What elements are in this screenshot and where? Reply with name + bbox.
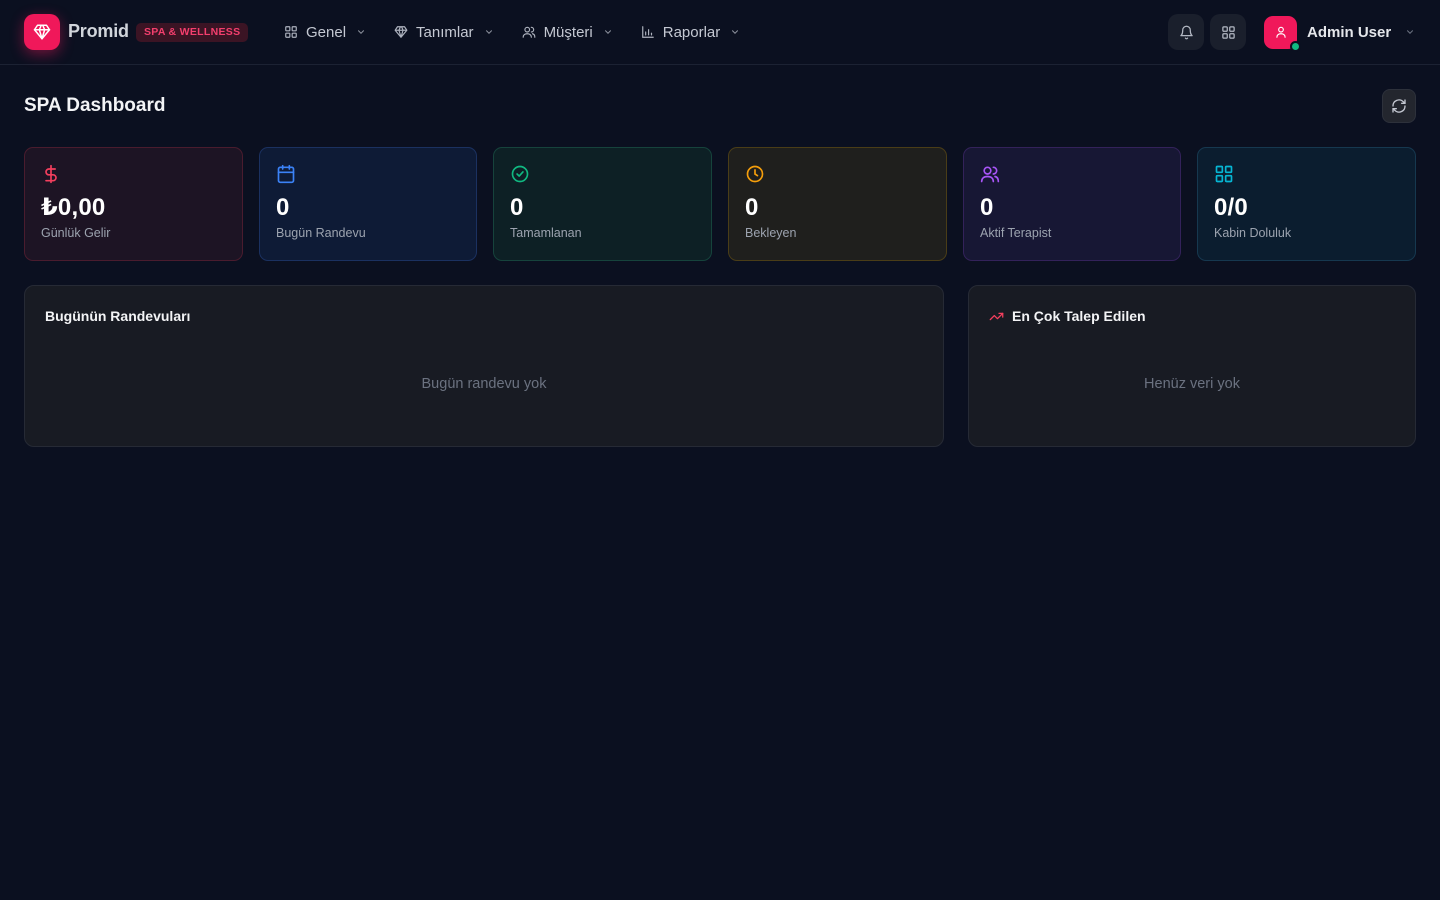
stat-value: ₺0,00 <box>41 194 106 221</box>
gem-icon <box>394 25 408 39</box>
grid-icon <box>284 25 298 39</box>
empty-state-text: Henüz veri yok <box>1144 376 1240 392</box>
nav-item-label: Müşteri <box>543 23 593 41</box>
brand-badge: SPA & WELLNESS <box>136 23 249 42</box>
stat-label: Kabin Doluluk <box>1214 226 1292 240</box>
brand-logo[interactable] <box>24 14 60 50</box>
brand-name: Promid <box>68 21 129 41</box>
stat-value: 0 <box>745 194 759 221</box>
chevron-down-icon <box>484 27 494 37</box>
stat-label: Aktif Terapist <box>980 226 1052 240</box>
stats-row: ₺0,00 Günlük Gelir 0 Bugün Randevu 0 Tam… <box>24 147 1416 261</box>
users-icon <box>980 164 1000 184</box>
nav-item-label: Genel <box>306 23 347 41</box>
stat-card-daily-income: ₺0,00 Günlük Gelir <box>24 147 243 261</box>
stat-label: Bugün Randevu <box>276 226 366 240</box>
panel-title: Bugünün Randevuları <box>45 308 191 324</box>
nav-item-label: Tanımlar <box>416 23 474 41</box>
dollar-icon <box>41 164 61 184</box>
refresh-button[interactable] <box>1382 89 1416 123</box>
stat-card-pending: 0 Bekleyen <box>728 147 947 261</box>
nav-item-genel[interactable]: Genel <box>276 16 374 48</box>
user-icon <box>1275 26 1286 38</box>
stat-value: 0 <box>980 194 994 221</box>
nav-item-raporlar[interactable]: Raporlar <box>633 16 749 48</box>
calendar-icon <box>276 164 296 184</box>
stat-label: Günlük Gelir <box>41 226 111 240</box>
check-circle-icon <box>510 164 530 184</box>
gem-icon <box>33 24 51 40</box>
grid-icon <box>1214 164 1234 184</box>
nav-item-tanimlar[interactable]: Tanımlar <box>386 16 502 48</box>
apps-grid-icon <box>1221 25 1235 39</box>
chevron-down-icon <box>603 27 613 37</box>
refresh-icon <box>1392 99 1406 113</box>
today-appointments-panel: Bugünün Randevuları Bugün randevu yok <box>24 285 944 447</box>
most-requested-panel: En Çok Talep Edilen Henüz veri yok <box>968 285 1416 447</box>
notifications-button[interactable] <box>1168 14 1204 50</box>
bell-icon <box>1179 25 1193 39</box>
bar-chart-icon <box>641 25 655 39</box>
user-name: Admin User <box>1307 23 1392 41</box>
chevron-down-icon <box>356 27 366 37</box>
panel-header: En Çok Talep Edilen <box>989 308 1146 324</box>
users-icon <box>522 25 536 39</box>
stat-label: Tamamlanan <box>510 226 582 240</box>
nav-item-label: Raporlar <box>662 23 721 41</box>
apps-button[interactable] <box>1210 14 1246 50</box>
stat-card-today-appointments: 0 Bugün Randevu <box>259 147 477 261</box>
top-navbar: Promid SPA & WELLNESS Genel Tanımlar Müş… <box>0 0 1440 65</box>
stat-label: Bekleyen <box>745 226 797 240</box>
main-nav: Genel Tanımlar Müşteri Raporlar <box>276 16 760 48</box>
stat-card-cabin-occupancy: 0/0 Kabin Doluluk <box>1197 147 1416 261</box>
panel-title: En Çok Talep Edilen <box>1012 308 1146 324</box>
empty-state-text: Bugün randevu yok <box>421 376 547 392</box>
clock-icon <box>745 164 765 184</box>
chevron-down-icon <box>1405 27 1415 37</box>
nav-item-musteri[interactable]: Müşteri <box>514 16 621 48</box>
stat-card-active-therapists: 0 Aktif Terapist <box>963 147 1181 261</box>
user-menu[interactable]: Admin User <box>1264 15 1415 52</box>
trending-up-icon <box>989 312 1004 320</box>
stat-value: 0 <box>276 194 290 221</box>
page-title: SPA Dashboard <box>24 95 166 116</box>
stat-value: 0/0 <box>1214 194 1248 221</box>
online-status-dot <box>1290 40 1301 52</box>
stat-card-completed: 0 Tamamlanan <box>493 147 712 261</box>
avatar <box>1264 15 1301 52</box>
chevron-down-icon <box>730 27 740 37</box>
stat-value: 0 <box>510 194 524 221</box>
